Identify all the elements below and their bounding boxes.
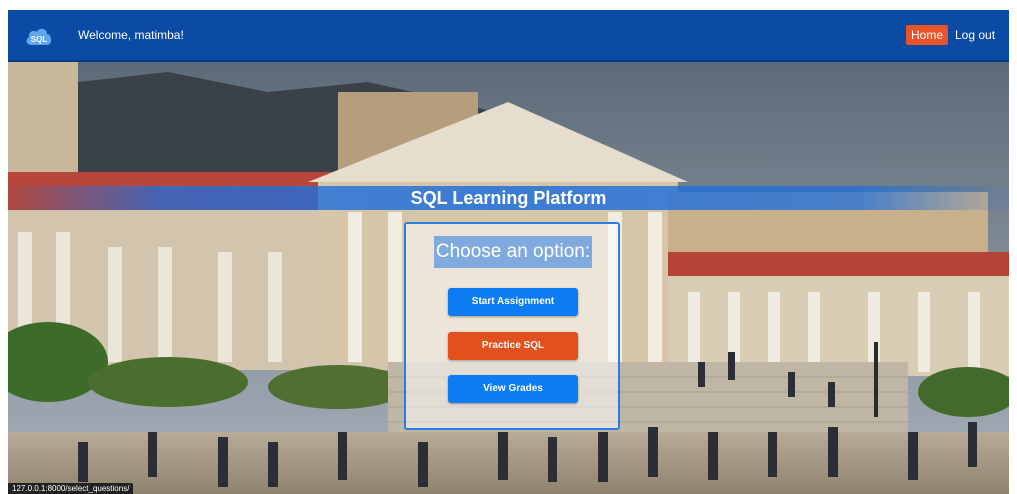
top-navbar: SQL Welcome, matimba! Home Log out	[8, 10, 1009, 62]
options-card: Choose an option: Start Assignment Pract…	[404, 222, 620, 430]
practice-sql-button[interactable]: Practice SQL	[448, 332, 578, 360]
platform-title-banner: SQL Learning Platform	[8, 186, 1009, 210]
status-bar-url: 127.0.0.1:8000/select_questions/	[8, 483, 134, 494]
logo-text: SQL	[31, 35, 48, 44]
sql-cloud-logo-icon[interactable]: SQL	[24, 23, 54, 49]
options-heading: Choose an option:	[435, 241, 591, 262]
page: SQL Welcome, matimba! Home Log out SQL L…	[0, 0, 1017, 494]
welcome-message: Welcome, matimba!	[78, 28, 184, 42]
logout-link[interactable]: Log out	[955, 28, 995, 42]
options-heading-band: Choose an option:	[434, 236, 592, 268]
view-grades-button[interactable]: View Grades	[448, 375, 578, 403]
start-assignment-button[interactable]: Start Assignment	[448, 288, 578, 316]
platform-title: SQL Learning Platform	[410, 188, 607, 208]
home-link[interactable]: Home	[906, 25, 949, 45]
